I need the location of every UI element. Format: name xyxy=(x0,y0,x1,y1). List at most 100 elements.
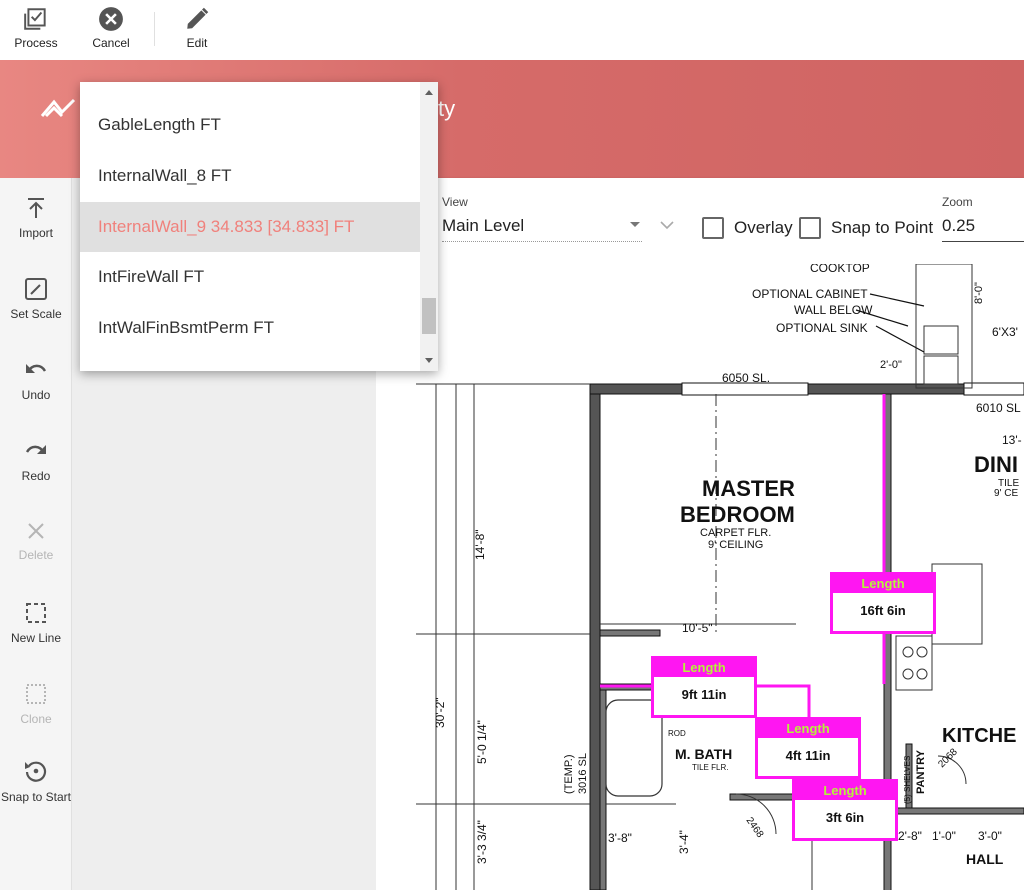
optional-sink-label: OPTIONAL SINK xyxy=(776,321,868,335)
dropdown-item[interactable]: IntFireWall FT xyxy=(80,252,420,302)
set-scale-button[interactable]: Set Scale xyxy=(0,277,72,347)
range-note-box xyxy=(931,563,983,645)
dining-label: DINI xyxy=(974,452,1018,477)
length-label-header: Length xyxy=(795,782,895,800)
length-label-header: Length xyxy=(833,575,933,593)
kitchen-label: KITCHE xyxy=(942,725,1016,747)
length-label-16ft-6in[interactable]: Length 16ft 6in xyxy=(830,572,936,634)
undo-icon xyxy=(26,364,47,373)
import-button[interactable]: Import xyxy=(0,196,72,266)
scroll-up-arrow-icon[interactable] xyxy=(425,90,433,95)
door-2068-label: 2068 xyxy=(936,746,960,770)
dropdown-item[interactable]: GableLength FT xyxy=(80,100,420,150)
burner-1 xyxy=(902,646,914,658)
dim-2-0-label: 2'-0" xyxy=(880,359,902,371)
wall-below-label: WALL BELOW xyxy=(794,303,873,317)
burner-4 xyxy=(916,668,928,680)
floor-plan-canvas[interactable]: COOKTOP OPTIONAL CABINET WALL BELOW OPTI… xyxy=(376,264,1024,890)
redo-label: Redo xyxy=(21,469,51,483)
length-label-value: 4ft 11in xyxy=(785,748,831,763)
zoom-value: 0.25 xyxy=(942,216,976,235)
temp-label: (TEMP.) xyxy=(563,754,575,794)
undo-button[interactable]: Undo xyxy=(0,358,72,428)
snap-to-point-label: Snap to Point xyxy=(831,218,934,237)
view-select[interactable]: Main Level xyxy=(442,216,642,242)
dim-13-label: 13'- xyxy=(1002,433,1022,447)
assembly-dropdown-menu[interactable]: GableLength FT InternalWall_8 FT Interna… xyxy=(80,82,438,371)
rod-label: ROD xyxy=(668,729,686,738)
delete-button[interactable]: Delete xyxy=(0,520,72,590)
length-label-value: 16ft 6in xyxy=(860,603,906,618)
m-bath-label: M. BATH xyxy=(675,746,732,762)
set-scale-icon xyxy=(25,278,47,300)
top-toolbar: Process Cancel Edit xyxy=(0,0,1024,60)
edit-label: Edit xyxy=(186,36,208,50)
dim-5-0-label: 5'-0 1/4" xyxy=(475,720,489,764)
new-line-button[interactable]: New Line xyxy=(0,601,72,671)
dropdown-item[interactable]: InternalWall_8 FT xyxy=(80,151,420,201)
window-3016-label: 3016 SL xyxy=(577,753,589,794)
west-wall xyxy=(589,383,601,890)
view-select-value: Main Level xyxy=(442,216,525,235)
sink-bottom xyxy=(923,355,959,385)
pencil-icon xyxy=(187,7,209,29)
dim-30-2-label: 30'-2" xyxy=(433,697,447,728)
scroll-down-arrow-icon[interactable] xyxy=(425,358,433,363)
dimension-lines xyxy=(435,384,475,890)
snap-to-start-button[interactable]: Snap to Start xyxy=(0,758,72,828)
length-label-header: Length xyxy=(654,659,754,677)
cancel-button[interactable]: Cancel xyxy=(76,6,146,54)
length-label-value: 3ft 6in xyxy=(825,810,865,825)
master-label: MASTER xyxy=(702,476,795,501)
snap-to-point-checkbox-box[interactable] xyxy=(799,217,821,239)
length-label-4ft-11in[interactable]: Length 4ft 11in xyxy=(755,717,861,779)
app-logo-icon xyxy=(40,98,76,118)
overlay-label: Overlay xyxy=(734,218,793,237)
chevron-down-icon[interactable] xyxy=(660,220,674,230)
dim-3-0-label: 3'-0" xyxy=(978,829,1002,843)
snap-to-start-label: Snap to Start xyxy=(0,790,72,804)
redo-button[interactable]: Redo xyxy=(0,439,72,509)
process-button[interactable]: Process xyxy=(1,6,71,54)
burner-3 xyxy=(902,668,914,680)
scrollbar-thumb[interactable] xyxy=(422,298,436,334)
cancel-label: Cancel xyxy=(92,36,130,50)
dropdown-item-selected[interactable]: InternalWall_9 34.833 [34.833] FT xyxy=(80,202,420,252)
door-2468-label: 2468 xyxy=(744,815,766,840)
snap-to-point-checkbox[interactable]: Snap to Point xyxy=(799,216,933,240)
zoom-input[interactable]: 0.25 xyxy=(942,216,1024,242)
delete-label: Delete xyxy=(18,548,54,562)
dropdown-item[interactable]: IntWalFinBsmtPerm FT xyxy=(80,303,420,353)
interior-wall-bath-top xyxy=(599,629,661,637)
process-icon xyxy=(24,8,46,30)
length-label-header: Length xyxy=(758,720,858,738)
length-label-3ft-6in[interactable]: Length 3ft 6in xyxy=(792,779,898,841)
optional-cabinet-label: OPTIONAL CABINET xyxy=(752,287,868,301)
overlay-checkbox-box[interactable] xyxy=(702,217,724,239)
window-6050-label: 6050 SL. xyxy=(722,371,770,385)
interior-wall-kitchen xyxy=(890,807,1024,815)
header-title: ty xyxy=(438,96,456,121)
range xyxy=(895,635,933,691)
ceiling-label: 9' CEILING xyxy=(708,539,763,551)
dropdown-scrollbar[interactable] xyxy=(420,82,438,371)
length-label-9ft-11in[interactable]: Length 9ft 11in xyxy=(651,656,757,718)
close-icon xyxy=(28,523,44,539)
process-label: Process xyxy=(14,36,58,50)
dim-1-0-label: 1'-0" xyxy=(932,829,956,843)
overlay-checkbox[interactable]: Overlay xyxy=(702,216,793,240)
bath-tile-label: TILE FLR. xyxy=(692,763,728,772)
undo-label: Undo xyxy=(21,388,51,402)
clone-button[interactable]: Clone xyxy=(0,682,72,752)
sink-top xyxy=(923,325,959,355)
toolbar-divider xyxy=(154,12,155,46)
dropdown-caret-icon xyxy=(630,222,640,227)
dimension-ticks xyxy=(416,383,590,805)
interior-wall-bath-west xyxy=(599,683,607,890)
edit-button[interactable]: Edit xyxy=(162,6,232,54)
dim-14-8-label: 14'-8" xyxy=(473,529,487,560)
burner-2 xyxy=(916,646,928,658)
dim-3-3-label: 3'-3 3/4" xyxy=(475,820,489,864)
size-6x3-label: 6'X3' xyxy=(992,325,1018,339)
window-6010 xyxy=(963,382,1024,396)
